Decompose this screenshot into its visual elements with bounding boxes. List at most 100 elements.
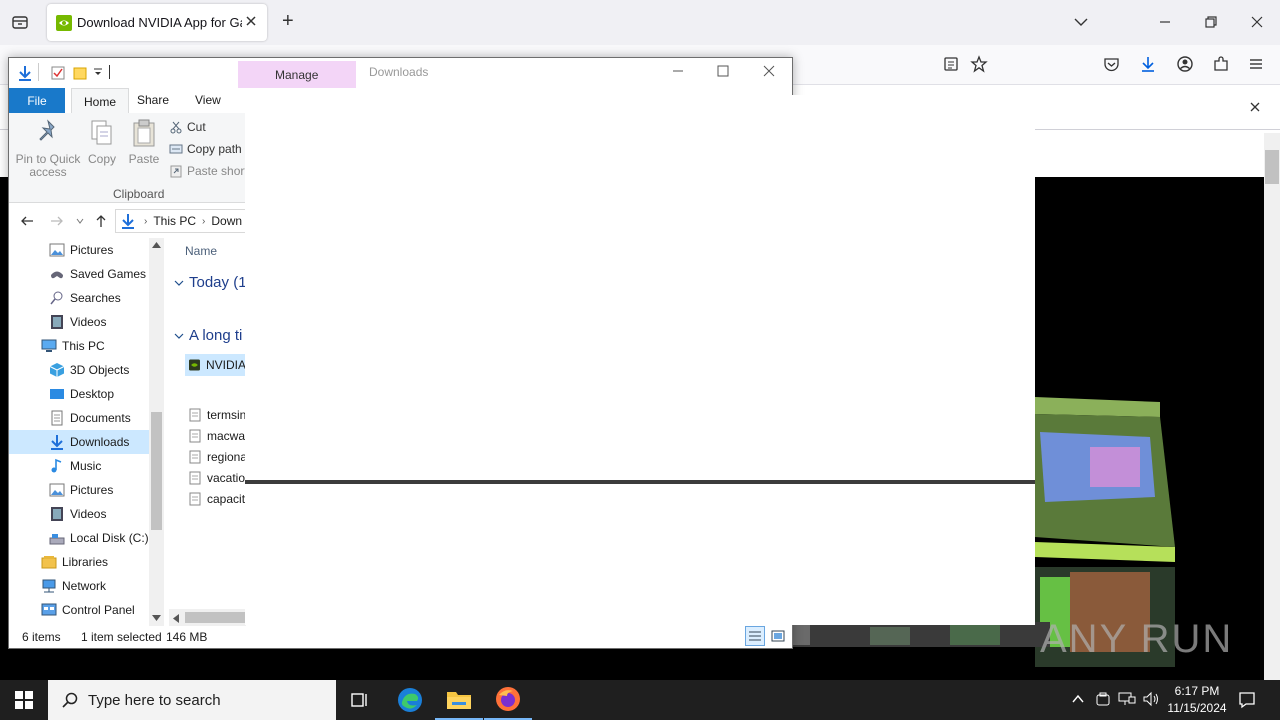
menu-icon[interactable] [1248, 56, 1264, 72]
context-tab-manage[interactable]: Manage [238, 61, 356, 88]
breadcrumb-this-pc[interactable]: This PC [153, 214, 196, 228]
nav-scrollbar[interactable] [149, 238, 164, 626]
pictures-icon [49, 243, 65, 257]
file-row[interactable]: vacatio [189, 471, 245, 485]
forward-arrow-icon[interactable] [49, 213, 65, 229]
file-row[interactable]: macwa [189, 429, 245, 443]
back-arrow-icon[interactable] [19, 213, 35, 229]
explorer-close-icon[interactable] [762, 64, 776, 78]
customize-toolbar-icon[interactable] [93, 67, 103, 77]
breadcrumb-downloads[interactable]: Down [211, 214, 242, 228]
quick-access-down-icon[interactable] [16, 64, 34, 82]
nav-item-searches[interactable]: Searches [49, 286, 121, 310]
explorer-maximize-icon[interactable] [716, 64, 730, 78]
up-arrow-icon[interactable] [93, 213, 109, 229]
file-row-nvidia[interactable]: NVIDIA [185, 354, 246, 376]
nav-item-3d-objects[interactable]: 3D Objects [49, 358, 129, 382]
scroll-down-icon[interactable] [152, 615, 161, 621]
cut-button[interactable]: Cut [169, 120, 206, 134]
tab-file[interactable]: File [9, 88, 65, 113]
tab-view[interactable]: View [195, 93, 221, 107]
clipboard-group-label: Clipboard [113, 187, 165, 201]
file-row[interactable]: regiona [189, 450, 247, 464]
nav-item-pictures-2[interactable]: Pictures [49, 478, 113, 502]
status-bar: 6 items 1 item selected 146 MB [9, 626, 792, 648]
page-scrollbar[interactable] [1264, 133, 1280, 680]
horizontal-scrollbar[interactable] [169, 609, 246, 626]
scrollbar-thumb[interactable] [1265, 150, 1279, 184]
nav-item-libraries[interactable]: Libraries [41, 550, 108, 574]
paste-shortcut-button[interactable]: Paste short [169, 164, 248, 178]
copy-path-button[interactable]: Copy path [169, 142, 242, 156]
network-status-icon[interactable] [1118, 691, 1136, 707]
nav-scrollbar-thumb[interactable] [151, 412, 162, 530]
scroll-up-icon[interactable] [152, 242, 161, 248]
file-explorer-taskbar-button[interactable] [435, 680, 483, 720]
extensions-icon[interactable] [1212, 55, 1230, 73]
tab-home[interactable]: Home [71, 88, 129, 114]
file-row[interactable]: termsin [189, 408, 246, 422]
restore-icon[interactable] [1203, 14, 1219, 30]
notification-center-icon[interactable] [1238, 691, 1256, 709]
account-icon[interactable] [1176, 55, 1194, 73]
start-button[interactable] [0, 680, 48, 720]
nav-item-this-pc[interactable]: This PC [41, 334, 105, 358]
search-placeholder: Type here to search [88, 691, 221, 709]
nav-item-videos[interactable]: Videos [49, 310, 106, 334]
device-icon[interactable] [1095, 691, 1111, 707]
pocket-icon[interactable] [1103, 56, 1120, 73]
minimize-icon[interactable] [1157, 14, 1173, 30]
selection-status: 1 item selected [81, 630, 162, 644]
new-tab-button[interactable]: + [282, 10, 294, 33]
copy-button[interactable]: Copy [86, 119, 118, 166]
tab-manager-icon[interactable] [10, 12, 30, 32]
volume-icon[interactable] [1142, 691, 1160, 707]
nav-item-saved-games[interactable]: Saved Games [49, 262, 146, 286]
nav-item-local-disk[interactable]: Local Disk (C:) [49, 526, 149, 550]
libraries-icon [41, 556, 57, 569]
taskbar: Type here to search 6:17 PM 11/15/2024 [0, 680, 1280, 720]
tab-share[interactable]: Share [137, 93, 169, 107]
nav-item-videos-2[interactable]: Videos [49, 502, 106, 526]
reader-view-icon[interactable] [943, 56, 959, 72]
group-long-time-ago[interactable]: A long ti [173, 327, 242, 344]
pictures-icon [49, 483, 65, 497]
file-row[interactable]: capacit [189, 492, 245, 506]
pin-to-quick-access-button[interactable]: Pin to Quick access [15, 119, 81, 179]
group-today[interactable]: Today (1 [173, 274, 247, 291]
address-bar[interactable]: › This PC › Down [115, 209, 246, 233]
large-icons-view-icon[interactable] [769, 627, 787, 645]
copy-icon [91, 120, 112, 145]
list-tabs-icon[interactable] [1073, 14, 1089, 30]
column-header-name[interactable]: Name [185, 244, 217, 258]
task-view-button[interactable] [336, 680, 384, 720]
close-notification-icon[interactable] [1248, 100, 1262, 114]
explorer-minimize-icon[interactable] [671, 64, 685, 78]
firefox-taskbar-button[interactable] [484, 680, 532, 720]
nvidia-favicon-icon [56, 15, 72, 31]
nav-item-pictures[interactable]: Pictures [49, 238, 113, 262]
clock[interactable]: 6:17 PM 11/15/2024 [1160, 683, 1234, 717]
explorer-title-bar: Manage Downloads [9, 58, 792, 88]
downloads-icon[interactable] [1139, 55, 1157, 73]
details-view-icon[interactable] [745, 626, 765, 646]
taskbar-search-box[interactable]: Type here to search [48, 680, 336, 720]
horizontal-scrollbar-thumb[interactable] [185, 612, 246, 623]
show-hidden-icons-icon[interactable] [1071, 692, 1085, 706]
edge-taskbar-button[interactable] [386, 680, 434, 720]
nav-item-downloads[interactable]: Downloads [9, 430, 149, 454]
nav-item-documents[interactable]: Documents [49, 406, 131, 430]
properties-icon[interactable] [50, 65, 66, 81]
nav-item-music[interactable]: Music [49, 454, 101, 478]
close-window-icon[interactable] [1249, 14, 1265, 30]
paste-button[interactable]: Paste [127, 119, 161, 166]
recent-locations-icon[interactable] [75, 216, 85, 226]
scroll-left-icon[interactable] [173, 614, 179, 623]
new-folder-icon[interactable] [72, 65, 88, 81]
close-tab-icon[interactable] [243, 13, 259, 29]
bookmark-star-icon[interactable] [970, 55, 988, 73]
nav-item-network[interactable]: Network [41, 574, 106, 598]
nav-item-control-panel[interactable]: Control Panel [41, 598, 135, 622]
nav-item-desktop[interactable]: Desktop [49, 382, 114, 406]
browser-tab[interactable]: Download NVIDIA App for Gam [47, 4, 267, 41]
